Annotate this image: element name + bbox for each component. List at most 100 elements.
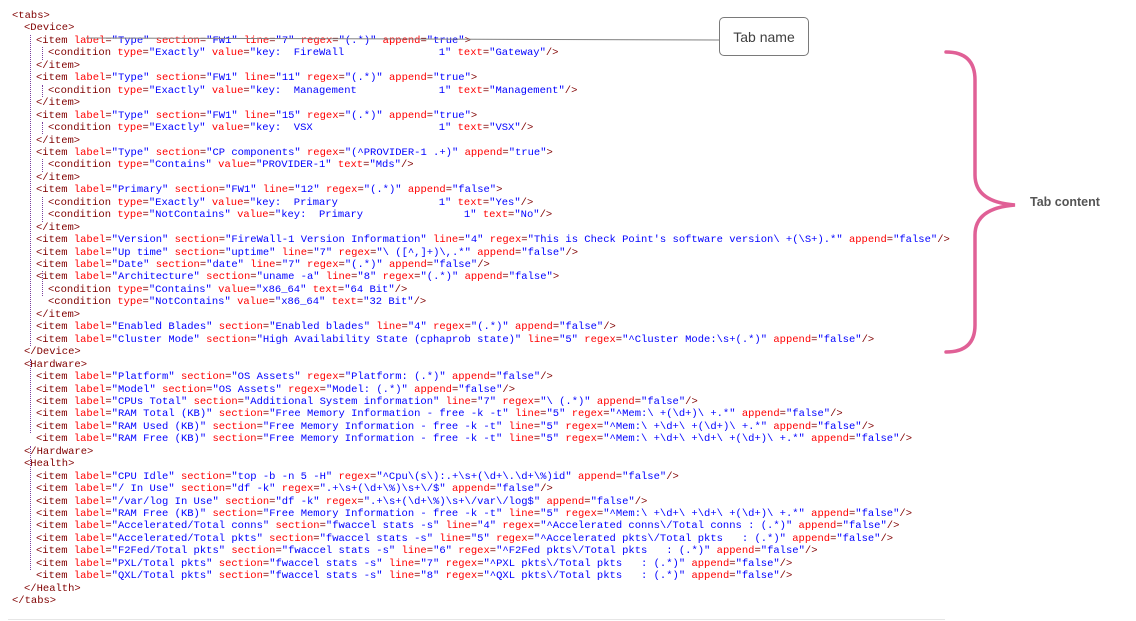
- indent-guide: [42, 47, 43, 60]
- code-token: <item: [36, 34, 74, 47]
- code-token: <condition: [48, 196, 118, 209]
- code-token: <item: [36, 557, 74, 570]
- code-token: label: [73, 34, 106, 47]
- code-token: "fwaccel stats -s": [325, 520, 446, 533]
- code-token: text: [457, 84, 483, 97]
- code-token: />: [520, 196, 534, 209]
- indent-guide: [30, 358, 31, 434]
- code-token: />: [634, 495, 648, 508]
- code-line: </Device>: [24, 346, 81, 359]
- code-token: />: [520, 122, 534, 135]
- code-token: "false": [785, 408, 831, 421]
- code-token: "false": [458, 383, 503, 396]
- code-token: "12": [294, 184, 326, 197]
- code-line: <item label="Model" section="OS Assets" …: [36, 384, 515, 397]
- code-token: label: [73, 420, 106, 433]
- code-token: label: [73, 408, 106, 421]
- code-token: "^Mem:\ +\d+\ +(\d+)\ +.*": [603, 420, 774, 433]
- code-token: "(.*)": [420, 271, 465, 284]
- code-token: "false": [817, 333, 862, 346]
- code-token: label: [73, 508, 106, 520]
- code-line: </Health>: [24, 583, 81, 596]
- code-token: "x86_64": [255, 283, 313, 296]
- code-token: section: [231, 545, 276, 558]
- indent-guide: [42, 196, 43, 222]
- code-token: <condition: [48, 122, 118, 135]
- code-token: regex: [307, 146, 339, 159]
- code-line: <condition type="NotContains" value="key…: [48, 209, 552, 222]
- code-token: "FW1": [206, 109, 244, 122]
- code-line: <item label="QXL/Total pkts" section="fw…: [36, 570, 792, 583]
- code-token: section: [225, 495, 270, 508]
- code-line: <Health>: [24, 458, 74, 471]
- code-token: "NotContains": [148, 209, 238, 222]
- code-token: <item: [36, 483, 74, 496]
- code-line: <item label="Cluster Mode" section="High…: [36, 334, 874, 347]
- code-token: "^Cpu\(s\):.+\s+(\d+\.\d+\%)id": [376, 470, 578, 483]
- code-token: "8": [420, 570, 446, 583]
- code-token: "PXL/Total pkts": [111, 557, 219, 570]
- code-token: "false": [452, 184, 497, 197]
- code-token: "Exactly": [148, 122, 212, 135]
- code-token: regex: [571, 408, 604, 421]
- code-token: section: [162, 383, 207, 396]
- code-line: </item>: [36, 172, 80, 185]
- code-token: "true": [433, 109, 471, 122]
- code-token: />: [539, 209, 553, 222]
- code-token: "fwaccel stats -s": [269, 557, 389, 570]
- code-token: "(.*)": [344, 259, 389, 271]
- indent-guide: [42, 159, 43, 172]
- code-token: "Type": [111, 109, 156, 122]
- code-token: line: [325, 271, 352, 284]
- code-token: "key: Primary 1": [274, 209, 483, 222]
- code-line: </item>: [36, 60, 80, 73]
- code-token: />: [880, 532, 894, 545]
- code-line: <item label="F2Fed/Total pkts" section="…: [36, 545, 818, 558]
- code-token: label: [73, 333, 106, 346]
- code-token: <item: [36, 420, 74, 433]
- code-token: "key: Primary 1": [249, 196, 458, 209]
- code-line: <item label="Type" section="FW1" line="1…: [36, 72, 477, 85]
- code-token: <Device>: [24, 22, 75, 35]
- code-token: "Free Memory Information - free -k -t": [262, 420, 509, 433]
- code-token: <item: [36, 146, 74, 159]
- code-token: "Architecture": [111, 271, 207, 284]
- code-token: append: [477, 246, 516, 259]
- code-token: "false": [559, 321, 604, 334]
- code-line: <item label="Version" section="FireWall-…: [36, 234, 950, 247]
- code-token: line: [527, 333, 553, 346]
- code-token: "Additional System information": [243, 395, 446, 408]
- indent-guide: [30, 445, 31, 571]
- code-token: "false": [893, 234, 938, 247]
- code-token: "Exactly": [148, 196, 212, 209]
- code-line: </item>: [36, 309, 80, 322]
- code-token: "false": [496, 483, 541, 496]
- code-token: "^Mem:\ +(\d+)\ +.*": [609, 408, 742, 421]
- code-token: "RAM Total (KB)": [111, 408, 219, 421]
- code-line: <tabs>: [12, 10, 50, 23]
- code-token: "false": [508, 271, 553, 284]
- code-token: "Exactly": [148, 47, 212, 60]
- code-token: "Date": [111, 259, 156, 271]
- code-token: "fwaccel stats -s": [319, 532, 440, 545]
- code-token: value: [237, 296, 269, 309]
- code-token: append: [414, 383, 452, 396]
- code-token: text: [457, 47, 483, 60]
- code-token: type: [117, 296, 143, 309]
- code-token: value: [218, 159, 250, 172]
- code-token: append: [388, 109, 427, 122]
- code-token: text: [312, 283, 338, 296]
- code-token: append: [451, 371, 490, 384]
- code-token: <item: [36, 383, 74, 396]
- code-token: append: [716, 545, 755, 558]
- code-token: "uptime": [225, 246, 282, 259]
- code-token: "OS Assets": [231, 371, 307, 384]
- code-token: label: [73, 520, 106, 533]
- code-token: section: [155, 34, 200, 47]
- code-token: line: [445, 395, 471, 408]
- code-token: "uname -a": [256, 271, 326, 284]
- code-token: "5": [540, 433, 566, 446]
- code-token: "Up time": [111, 246, 175, 259]
- code-token: label: [73, 72, 106, 85]
- code-token: />: [564, 84, 578, 97]
